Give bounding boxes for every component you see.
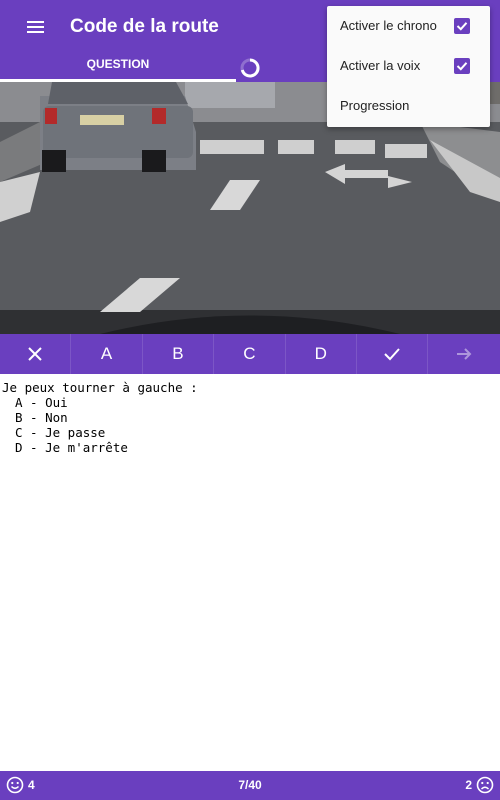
option-b: B - Non [15,410,68,425]
options-menu: Activer le chrono Activer la voix Progre… [327,6,490,127]
menu-item-chrono[interactable]: Activer le chrono [327,6,490,46]
menu-icon[interactable] [24,18,48,38]
arrow-right-icon [457,348,472,360]
menu-item-progression[interactable]: Progression [327,86,490,126]
score-footer: 4 7/40 2 [0,771,500,800]
wrong-count: 2 [465,778,472,792]
menu-item-voice[interactable]: Activer la voix [327,46,490,86]
chrono-checkbox[interactable] [454,18,470,34]
wrong-score: 2 [461,776,494,794]
voice-checkbox[interactable] [454,58,470,74]
menu-item-voice-label: Activer la voix [340,58,421,73]
answer-c-button[interactable]: C [214,334,286,374]
answer-bar: A B C D [0,334,500,374]
sad-face-icon [476,776,494,794]
timer-progress-icon [240,58,260,78]
option-d: D - Je m'arrête [15,440,128,455]
answer-a-button[interactable]: A [71,334,143,374]
close-icon [28,347,42,361]
clear-answer-button[interactable] [0,334,72,374]
menu-item-progression-label: Progression [340,98,410,113]
question-prompt: Je peux tourner à gauche : [2,380,198,395]
validate-button[interactable] [357,334,429,374]
answer-d-button[interactable]: D [286,334,357,374]
next-question-button[interactable] [428,334,499,374]
app-title: Code de la route [70,16,219,37]
question-text: Je peux tourner à gauche : A - Oui B - No… [2,380,198,455]
option-a: A - Oui [15,395,68,410]
option-c: C - Je passe [15,425,106,440]
checkmark-icon [456,22,468,31]
checkmark-icon [456,62,468,71]
check-icon [384,348,400,361]
menu-item-chrono-label: Activer le chrono [340,18,437,33]
question-progress: 7/40 [238,778,262,792]
answer-b-button[interactable]: B [143,334,215,374]
